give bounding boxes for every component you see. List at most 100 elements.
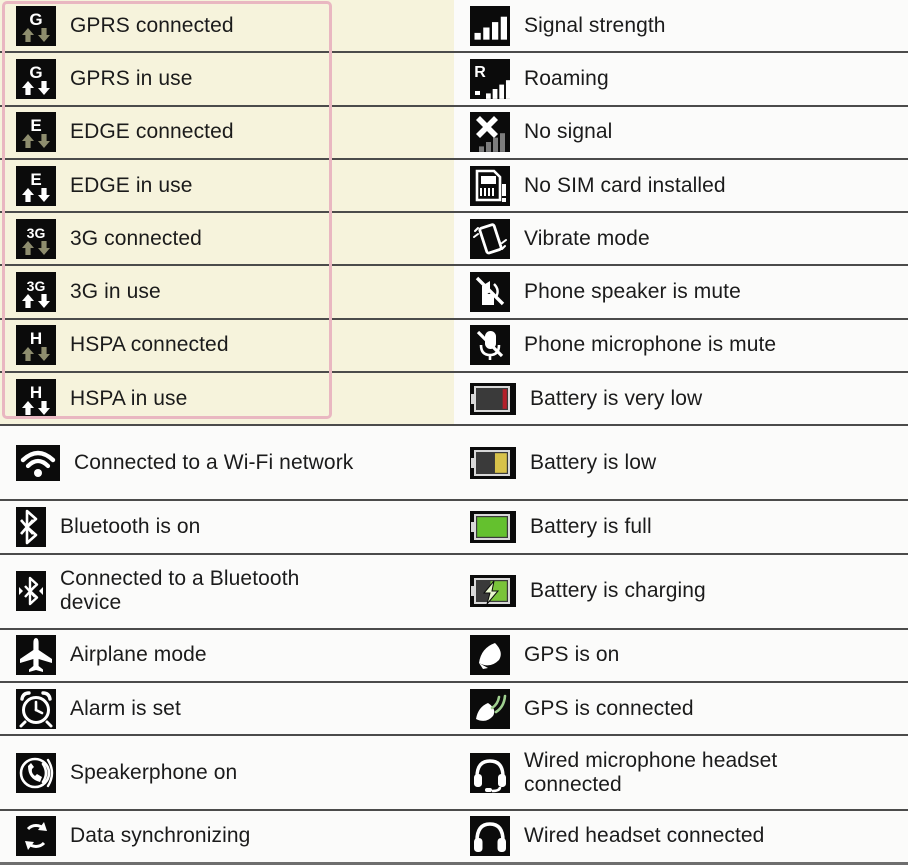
icon-rows-container: G GPRS connected Signal strength G GPRS in u…	[0, 0, 908, 865]
bluetooth-on-icon	[16, 507, 46, 548]
no-sim-card-icon	[470, 165, 510, 206]
left-cell-label: GPRS in use	[70, 66, 193, 90]
left-cell-label: Data synchronizing	[70, 824, 251, 848]
signal-strength-icon	[470, 5, 510, 46]
icon-row: H HSPA connected Phone microphone is mute	[0, 319, 908, 374]
right-cell: Battery is full	[454, 501, 908, 552]
left-cell: Alarm is set	[0, 683, 454, 734]
icon-row: E EDGE connected No signal	[0, 106, 908, 160]
svg-text:E: E	[30, 116, 41, 135]
gprs-in-use-icon: G	[16, 58, 56, 99]
left-cell: Data synchronizing	[0, 811, 454, 861]
right-cell: Wired headset connected	[454, 811, 908, 861]
right-cell-label: No signal	[524, 120, 613, 144]
left-cell: Connected to a Bluetooth device	[0, 555, 454, 628]
right-cell-label: Vibrate mode	[524, 226, 650, 250]
icon-row: Connected to a Wi-Fi network Battery is l…	[0, 426, 908, 502]
icon-row: 3G 3G connected Vibrate mode	[0, 213, 908, 267]
left-cell: H HSPA connected	[0, 319, 454, 372]
icon-row: Airplane mode GPS is on	[0, 629, 908, 683]
right-cell: Phone speaker is mute	[454, 266, 908, 317]
right-cell: Battery is low	[454, 426, 908, 499]
svg-text:R: R	[474, 64, 486, 81]
gprs-connected-icon: G	[16, 5, 56, 46]
right-cell-label: GPS is on	[524, 643, 620, 667]
right-cell-label: Battery is low	[530, 450, 657, 474]
left-cell: Connected to a Wi-Fi network	[0, 426, 454, 499]
left-cell-label: 3G connected	[70, 226, 202, 250]
left-cell: G GPRS connected	[0, 0, 454, 52]
left-cell: G GPRS in use	[0, 53, 454, 105]
bluetooth-connected-icon	[16, 571, 46, 612]
left-cell: E EDGE in use	[0, 159, 454, 212]
airplane-mode-icon	[16, 635, 56, 676]
right-cell: No SIM card installed	[454, 160, 908, 211]
right-cell-label: Phone speaker is mute	[524, 280, 741, 304]
icon-row: 3G 3G in use Phone speaker is mute	[0, 266, 908, 320]
icon-reference-sheet: G GPRS connected Signal strength G GPRS in u…	[0, 0, 908, 865]
right-cell: Signal strength	[454, 0, 908, 51]
wired-mic-headset-icon	[470, 752, 510, 793]
svg-text:G: G	[29, 63, 42, 82]
right-cell-label: Battery is very low	[530, 386, 703, 410]
speaker-mute-icon	[470, 272, 510, 313]
icon-row: Data synchronizing Wired headset connecte…	[0, 811, 908, 865]
svg-text:E: E	[30, 170, 41, 189]
right-cell: Phone microphone is mute	[454, 320, 908, 371]
right-cell-label: Phone microphone is mute	[524, 333, 777, 357]
right-cell-label: Roaming	[524, 66, 609, 90]
icon-row: H HSPA in use Battery is very low	[0, 373, 908, 427]
alarm-set-icon	[16, 688, 56, 729]
right-cell: Battery is charging	[454, 555, 908, 628]
icon-row: G GPRS in use R Roaming	[0, 53, 908, 107]
right-cell: No signal	[454, 107, 908, 158]
right-cell: Vibrate mode	[454, 213, 908, 264]
left-cell-label: EDGE in use	[70, 173, 193, 197]
right-cell-label: Battery is full	[530, 515, 652, 539]
icon-row: G GPRS connected Signal strength	[0, 0, 908, 54]
icon-row: E EDGE in use No SIM card installed	[0, 159, 908, 214]
svg-text:3G: 3G	[27, 225, 46, 241]
right-cell-label: GPS is connected	[524, 696, 694, 720]
left-cell-label: EDGE connected	[70, 120, 234, 144]
right-cell: GPS is connected	[454, 683, 908, 734]
right-cell: Wired microphone headset connected	[454, 736, 908, 809]
right-cell-label: Signal strength	[524, 13, 666, 37]
left-cell: H HSPA in use	[0, 373, 454, 425]
left-cell-label: HSPA connected	[70, 333, 229, 357]
right-cell-label: Battery is charging	[530, 579, 706, 603]
battery-low-icon	[470, 446, 516, 479]
gps-connected-icon	[470, 688, 510, 729]
microphone-mute-icon	[470, 325, 510, 366]
left-cell: 3G 3G in use	[0, 266, 454, 318]
left-cell: E EDGE connected	[0, 106, 454, 158]
svg-text:G: G	[29, 10, 42, 29]
battery-full-icon	[470, 511, 516, 544]
gps-on-icon	[470, 635, 510, 676]
right-cell-label: Wired microphone headset connected	[524, 748, 778, 796]
left-cell-label: Airplane mode	[70, 643, 207, 667]
vibrate-mode-icon	[470, 218, 510, 259]
battery-charging-icon	[470, 575, 516, 608]
data-sync-icon	[16, 816, 56, 857]
left-cell-label: Connected to a Wi-Fi network	[74, 450, 354, 474]
right-cell-label: Wired headset connected	[524, 824, 765, 848]
left-cell-label: Bluetooth is on	[60, 515, 201, 539]
edge-connected-icon: E	[16, 112, 56, 153]
icon-row: Alarm is set GPS is connected	[0, 682, 908, 737]
left-cell: 3G 3G connected	[0, 213, 454, 265]
edge-in-use-icon: E	[16, 165, 56, 206]
3g-in-use-icon: 3G	[16, 272, 56, 313]
svg-text:H: H	[30, 383, 42, 402]
icon-row: Speakerphone on Wired microphone headset …	[0, 736, 908, 812]
speakerphone-on-icon	[16, 752, 56, 793]
right-cell: R Roaming	[454, 53, 908, 104]
roaming-icon: R	[470, 58, 510, 99]
svg-text:H: H	[30, 329, 42, 348]
hspa-in-use-icon: H	[16, 378, 56, 419]
left-cell-label: Alarm is set	[70, 696, 181, 720]
left-cell-label: GPRS connected	[70, 13, 234, 37]
icon-row: Bluetooth is on Battery is full	[0, 501, 908, 555]
right-cell: Battery is very low	[454, 373, 908, 424]
left-cell: Speakerphone on	[0, 736, 454, 809]
